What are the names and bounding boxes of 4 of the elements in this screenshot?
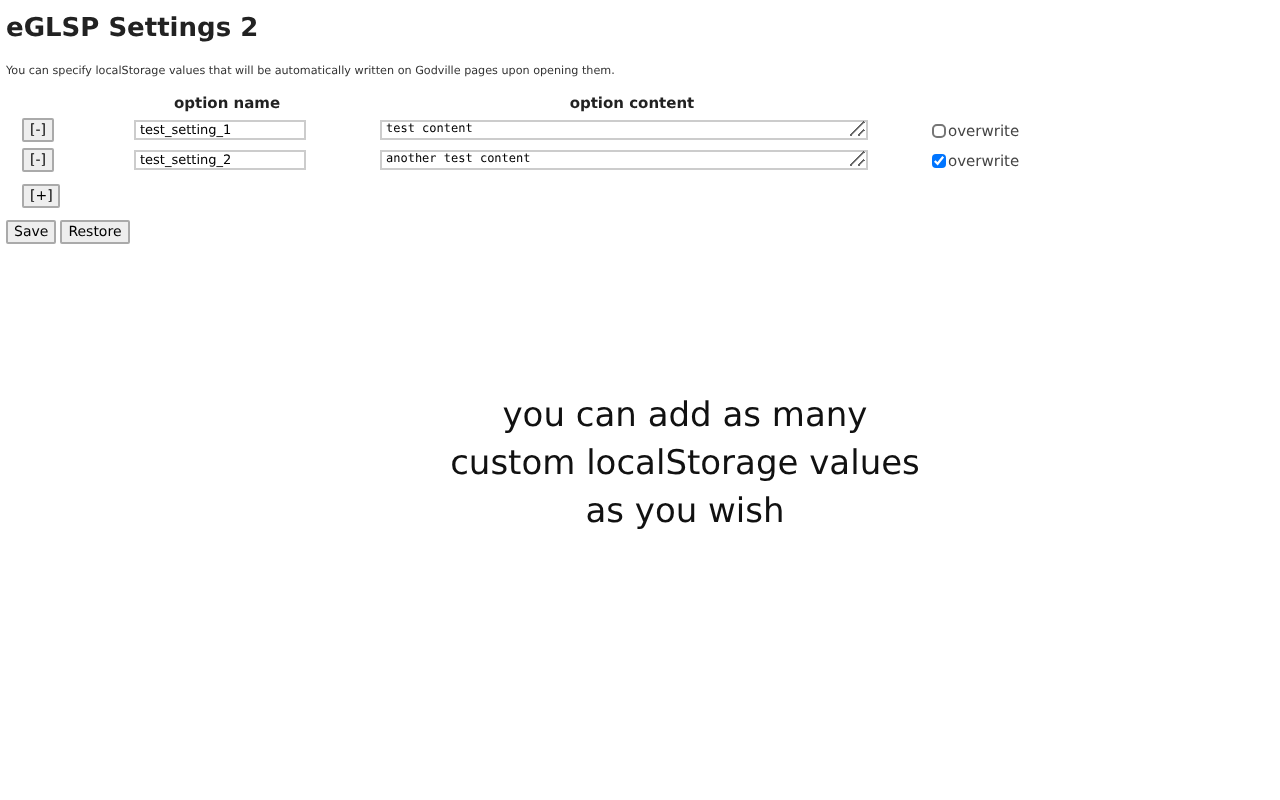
caption-text: you can add as many custom localStorage values as you wish [448, 394, 922, 536]
page-title: eGLSP Settings 2 [6, 14, 261, 44]
overwrite-checkbox[interactable] [932, 153, 946, 167]
overwrite-checkbox[interactable] [932, 123, 946, 137]
